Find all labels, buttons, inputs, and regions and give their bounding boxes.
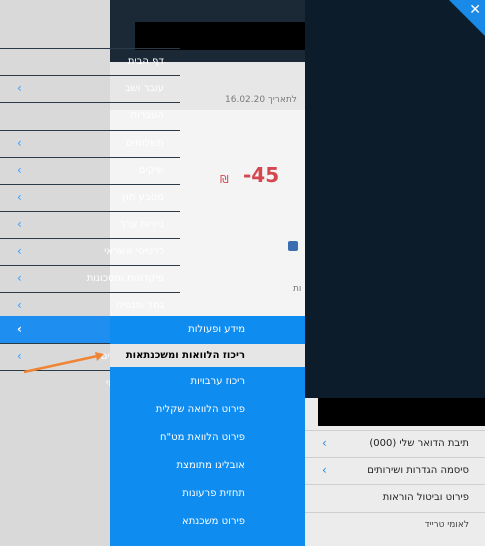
annotation-arrow	[23, 352, 104, 374]
